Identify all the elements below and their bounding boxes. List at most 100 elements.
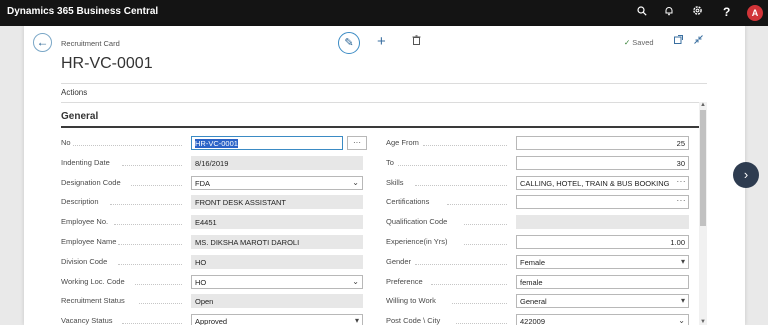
willing-to-work-value: General	[520, 297, 547, 307]
designation-code-field[interactable]: FDA ⌄	[191, 175, 363, 190]
open-new-window-icon[interactable]	[674, 35, 683, 47]
label-leader	[118, 263, 182, 265]
division-code-value: HO	[195, 257, 207, 267]
label-leader	[122, 164, 182, 166]
chevron-down-icon[interactable]: ▾	[355, 316, 359, 325]
certifications-field[interactable]: ···	[516, 195, 689, 210]
label-leader	[455, 323, 507, 325]
label-leader	[138, 303, 182, 305]
section-underline	[61, 126, 707, 128]
willing-to-work-label: Willing to Work	[386, 296, 436, 306]
division-code-field: HO	[191, 254, 363, 269]
help-icon[interactable]: ?	[723, 5, 730, 19]
label-leader	[414, 184, 507, 186]
no-value: HR-VC-0001	[195, 139, 238, 148]
label-leader	[463, 224, 507, 226]
label-leader	[118, 244, 182, 245]
scroll-thumb[interactable]	[700, 110, 706, 226]
indenting-date-value: 8/16/2019	[195, 158, 229, 168]
designation-code-label: Designation Code	[61, 177, 121, 187]
working-loc-code-label: Working Loc. Code	[61, 276, 125, 286]
label-leader	[122, 323, 182, 325]
gear-icon[interactable]	[692, 5, 703, 19]
chevron-down-icon[interactable]: ⌄	[678, 316, 685, 325]
chevron-down-icon[interactable]: ⌄	[352, 277, 359, 286]
page-title: HR-VC-0001	[61, 55, 153, 72]
label-leader	[73, 145, 182, 146]
description-field: FRONT DESK ASSISTANT	[191, 195, 363, 210]
bell-icon[interactable]	[664, 5, 674, 19]
collapse-icon[interactable]	[694, 35, 703, 47]
skills-field[interactable]: CALLING, HOTEL, TRAIN & BUS BOOKING ···	[516, 175, 689, 190]
edit-pencil-icon[interactable]: ✎	[338, 32, 360, 54]
delete-trash-icon[interactable]	[412, 35, 421, 48]
post-code-city-value: 422009	[520, 317, 546, 325]
employee-name-value: MS. DIKSHA MAROTI DAROLI	[195, 238, 300, 247]
scroll-up-arrow-icon[interactable]: ▲	[699, 102, 707, 108]
no-label: No	[61, 138, 71, 147]
app-header-bar: Dynamics 365 Business Central ? A	[0, 0, 768, 26]
chevron-down-icon[interactable]: ▾	[681, 296, 685, 305]
employee-name-label: Employee Name	[61, 237, 117, 246]
indenting-date-label: Indenting Date	[61, 157, 110, 167]
to-label: To	[386, 157, 394, 167]
vertical-scrollbar[interactable]: ▲ ▼	[699, 102, 707, 325]
no-field[interactable]: HR-VC-0001	[191, 136, 343, 150]
label-leader	[414, 263, 507, 265]
qualification-code-field	[516, 215, 689, 230]
general-section: General	[61, 111, 707, 128]
employee-no-field: E4451	[191, 215, 363, 230]
indenting-date-field: 8/16/2019	[191, 155, 363, 170]
recruitment-status-label: Recruitment Status	[61, 296, 125, 306]
experience-in-yrs-value: 1.00	[670, 238, 685, 247]
label-leader	[422, 145, 507, 146]
age-from-field[interactable]: 25	[516, 136, 689, 150]
gender-field[interactable]: Female ▾	[516, 254, 689, 269]
check-icon: ✓	[624, 38, 631, 47]
recruitment-status-value: Open	[195, 297, 214, 307]
employee-name-field: MS. DIKSHA MAROTI DAROLI	[191, 235, 363, 249]
back-arrow-icon[interactable]: ←	[33, 33, 52, 52]
recruitment-status-field: Open	[191, 294, 363, 309]
recruitment-card: ← Recruitment Card HR-VC-0001 ✎ + ✓ Saved…	[24, 26, 745, 325]
lookup-ellipsis-icon[interactable]: ···	[347, 136, 367, 150]
label-leader	[398, 164, 507, 166]
qualification-code-label: Qualification Code	[386, 217, 448, 227]
skills-label: Skills	[386, 177, 404, 187]
next-record-chevron-icon[interactable]: ›	[733, 162, 759, 188]
employee-no-label: Employee No.	[61, 217, 109, 227]
age-from-label: Age From	[386, 138, 419, 147]
working-loc-code-field[interactable]: HO ⌄	[191, 274, 363, 289]
chevron-down-icon[interactable]: ▾	[681, 257, 685, 266]
employee-no-value: E4451	[195, 218, 217, 228]
preference-field[interactable]: female	[516, 274, 689, 289]
search-icon[interactable]	[637, 5, 647, 19]
experience-in-yrs-field[interactable]: 1.00	[516, 235, 689, 249]
age-from-value: 25	[676, 139, 685, 148]
to-field[interactable]: 30	[516, 155, 689, 170]
label-leader	[431, 283, 507, 285]
avatar[interactable]: A	[747, 5, 763, 21]
certifications-label: Certifications	[386, 197, 430, 207]
post-code-city-label: Post Code \ City	[386, 316, 441, 325]
lookup-ellipsis-icon[interactable]: ···	[677, 196, 687, 205]
lookup-ellipsis-icon[interactable]: ···	[677, 177, 687, 186]
chevron-down-icon[interactable]: ⌄	[352, 178, 359, 187]
section-title[interactable]: General	[61, 111, 707, 122]
vacancy-status-label: Vacancy Status	[61, 316, 113, 325]
designation-code-value: FDA	[195, 178, 210, 188]
willing-to-work-field[interactable]: General ▾	[516, 294, 689, 309]
new-plus-icon[interactable]: +	[377, 33, 386, 50]
gender-label: Gender	[386, 256, 412, 266]
actions-menu[interactable]: Actions	[61, 88, 87, 97]
post-code-city-field[interactable]: 422009 ⌄	[516, 314, 689, 325]
description-value: FRONT DESK ASSISTANT	[195, 198, 286, 208]
breadcrumb: Recruitment Card	[61, 39, 120, 48]
experience-in-yrs-label: Experience(in Yrs)	[386, 237, 448, 246]
label-leader	[130, 184, 182, 186]
divider	[61, 102, 707, 103]
vacancy-status-field[interactable]: Approved ▾	[191, 314, 363, 325]
divider	[61, 83, 707, 84]
scroll-down-arrow-icon[interactable]: ▼	[699, 319, 707, 325]
description-label: Description	[61, 197, 99, 207]
